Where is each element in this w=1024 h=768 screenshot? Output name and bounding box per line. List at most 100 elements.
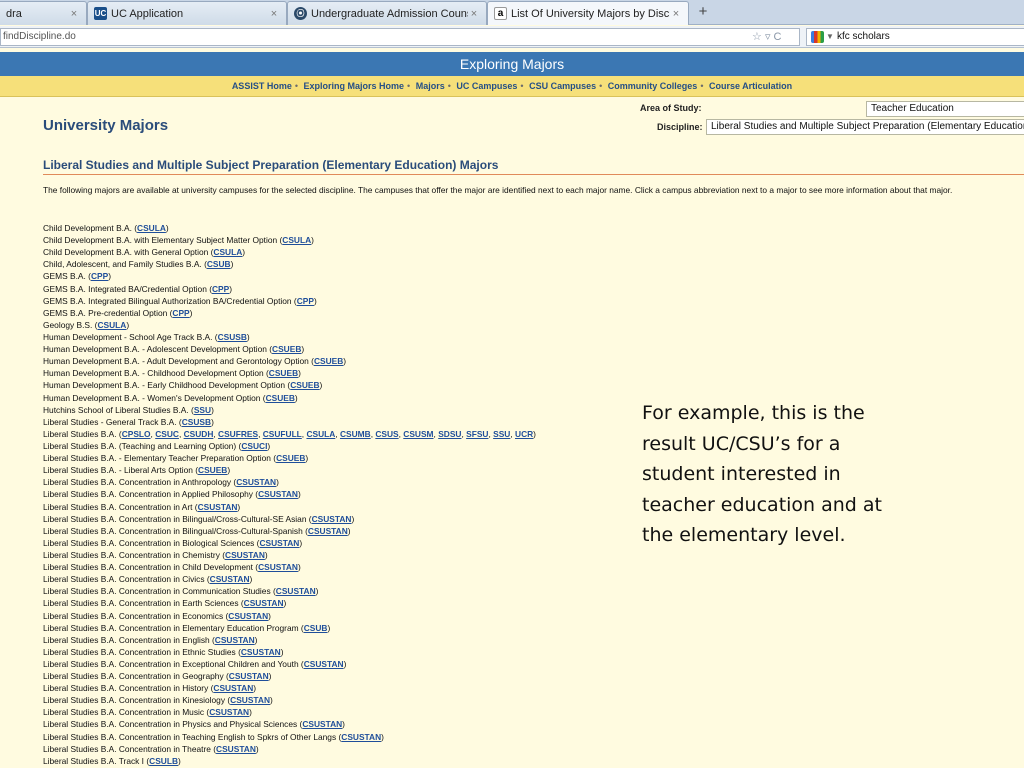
campus-link[interactable]: CSUB: [304, 623, 328, 633]
campus-link[interactable]: CSUSTAN: [216, 744, 256, 754]
major-name: Child Development B.A. with Elementary S…: [43, 235, 278, 246]
list-item: Child, Adolescent, and Family Studies B.…: [43, 259, 234, 270]
history-dropdown-icon[interactable]: ▿: [765, 31, 771, 43]
campus-link[interactable]: CSUSTAN: [229, 671, 269, 681]
major-name: Liberal Studies B.A. Concentration in Te…: [43, 731, 337, 742]
campus-link[interactable]: CSUDH: [184, 429, 214, 439]
campus-link[interactable]: CSULA: [97, 320, 126, 330]
campus-link[interactable]: CPP: [212, 284, 229, 294]
campus-link[interactable]: CSULA: [306, 429, 335, 439]
close-icon[interactable]: ×: [670, 8, 682, 20]
nav-assist-home[interactable]: ASSIST Home: [232, 81, 292, 91]
list-item: Liberal Studies B.A. Concentration in Th…: [43, 743, 259, 754]
campus-link[interactable]: CSUSTAN: [230, 695, 270, 705]
list-item: Liberal Studies B.A. Concentration in An…: [43, 477, 279, 488]
campus-link[interactable]: CSUSTAN: [276, 586, 316, 596]
campus-link[interactable]: CSUSM: [403, 429, 433, 439]
campus-link[interactable]: SDSU: [438, 429, 461, 439]
campus-link[interactable]: CSUSTAN: [258, 489, 298, 499]
area-of-study-select[interactable]: Teacher Education: [866, 101, 1024, 117]
major-name: Liberal Studies B.A. - Elementary Teache…: [43, 453, 271, 464]
campus-link[interactable]: CSULA: [213, 247, 242, 257]
nav-course-articulation[interactable]: Course Articulation: [709, 81, 792, 91]
nav-exploring-majors-home[interactable]: Exploring Majors Home: [304, 81, 405, 91]
campus-link[interactable]: CSUEB: [314, 356, 343, 366]
campus-link[interactable]: CSUSTAN: [312, 514, 352, 524]
close-icon[interactable]: ×: [468, 8, 480, 20]
campus-link[interactable]: CSULA: [137, 223, 166, 233]
campus-link[interactable]: CSUSTAN: [304, 659, 344, 669]
address-bar[interactable]: findDiscipline.do: [0, 28, 800, 46]
list-item: Liberal Studies B.A. Concentration in Ap…: [43, 489, 301, 500]
google-search-icon[interactable]: [811, 31, 824, 43]
campus-link[interactable]: CPSLO: [122, 429, 151, 439]
campus-link[interactable]: CSUB: [207, 259, 231, 269]
campus-link[interactable]: CSUSTAN: [210, 574, 250, 584]
campus-link[interactable]: CSUSTAN: [213, 683, 253, 693]
campus-link[interactable]: SSU: [493, 429, 510, 439]
campus-link[interactable]: CSUSTAN: [225, 550, 265, 560]
campus-link[interactable]: CSUFRES: [218, 429, 258, 439]
major-name: Liberal Studies B.A. Concentration in Bi…: [43, 525, 303, 536]
campus-link[interactable]: CSULB: [149, 756, 178, 766]
campus-link[interactable]: UCR: [515, 429, 533, 439]
campus-link[interactable]: CSUEB: [290, 380, 319, 390]
campus-link[interactable]: CPP: [91, 271, 108, 281]
close-icon[interactable]: ×: [268, 8, 280, 20]
browser-tab[interactable]: UC UC Application ×: [87, 1, 287, 25]
campus-link[interactable]: CSUSTAN: [215, 635, 255, 645]
nav-majors[interactable]: Majors: [416, 81, 445, 91]
new-tab-button[interactable]: +: [692, 2, 714, 24]
campus-link[interactable]: CSUSB: [218, 332, 247, 342]
discipline-select[interactable]: Liberal Studies and Multiple Subject Pre…: [706, 119, 1024, 135]
major-name: Liberal Studies B.A. Concentration in Ea…: [43, 598, 239, 609]
bookmark-star-icon[interactable]: ☆: [752, 31, 762, 43]
campus-link[interactable]: CSUCI: [241, 441, 267, 451]
major-name: Liberal Studies B.A. Concentration in Bi…: [43, 537, 255, 548]
major-name: Liberal Studies B.A. Concentration in Bi…: [43, 513, 307, 524]
uc-logo-icon: UC: [94, 7, 107, 20]
campus-link[interactable]: CSUEB: [266, 393, 295, 403]
major-name: Liberal Studies B.A. Concentration in Ex…: [43, 658, 299, 669]
campus-link[interactable]: CSULA: [282, 235, 311, 245]
campus-link[interactable]: CSUEB: [198, 465, 227, 475]
campus-link[interactable]: CSUSTAN: [341, 732, 381, 742]
campus-link[interactable]: CSUEB: [272, 344, 301, 354]
campus-link[interactable]: CPP: [172, 308, 189, 318]
campus-link[interactable]: CSUEB: [276, 453, 305, 463]
nav-csu-campuses[interactable]: CSU Campuses: [529, 81, 596, 91]
nav-community-colleges[interactable]: Community Colleges: [608, 81, 698, 91]
reload-icon[interactable]: C: [774, 31, 782, 43]
browser-tab[interactable]: dra ×: [0, 1, 87, 25]
close-icon[interactable]: ×: [68, 8, 80, 20]
browser-tab[interactable]: ⦿ Undergraduate Admission Counselor... ×: [287, 1, 487, 25]
campus-link[interactable]: CSUSTAN: [258, 562, 298, 572]
nav-separator: •: [700, 81, 704, 91]
campus-link[interactable]: CPP: [297, 296, 314, 306]
major-name: Liberal Studies B.A. Concentration in El…: [43, 622, 299, 633]
search-input[interactable]: ▼ kfc scholars: [806, 28, 1024, 46]
campus-link[interactable]: CSUFULL: [263, 429, 302, 439]
major-name: Hutchins School of Liberal Studies B.A.: [43, 404, 189, 415]
campus-link[interactable]: CSUSTAN: [244, 598, 284, 608]
assist-a-icon: a: [494, 7, 507, 20]
campus-link[interactable]: CSUSTAN: [302, 719, 342, 729]
campus-link[interactable]: CSUSTAN: [209, 707, 249, 717]
browser-tab-active[interactable]: a List Of University Majors by Disciplin…: [487, 1, 689, 25]
campus-link[interactable]: CSUC: [155, 429, 179, 439]
chevron-down-icon[interactable]: ▼: [826, 29, 834, 45]
campus-link[interactable]: CSUSB: [182, 417, 211, 427]
campus-link[interactable]: CSUSTAN: [198, 502, 238, 512]
campus-link[interactable]: SFSU: [466, 429, 488, 439]
list-item: Liberal Studies B.A. Concentration in Hi…: [43, 683, 257, 694]
campus-link[interactable]: CSUMB: [340, 429, 371, 439]
campus-link[interactable]: CSUEB: [269, 368, 298, 378]
nav-uc-campuses[interactable]: UC Campuses: [456, 81, 517, 91]
campus-link[interactable]: CSUSTAN: [236, 477, 276, 487]
campus-link[interactable]: CSUS: [375, 429, 398, 439]
campus-link[interactable]: SSU: [194, 405, 211, 415]
campus-link[interactable]: CSUSTAN: [228, 611, 268, 621]
campus-link[interactable]: CSUSTAN: [259, 538, 299, 548]
campus-link[interactable]: CSUSTAN: [241, 647, 281, 657]
campus-link[interactable]: CSUSTAN: [308, 526, 348, 536]
